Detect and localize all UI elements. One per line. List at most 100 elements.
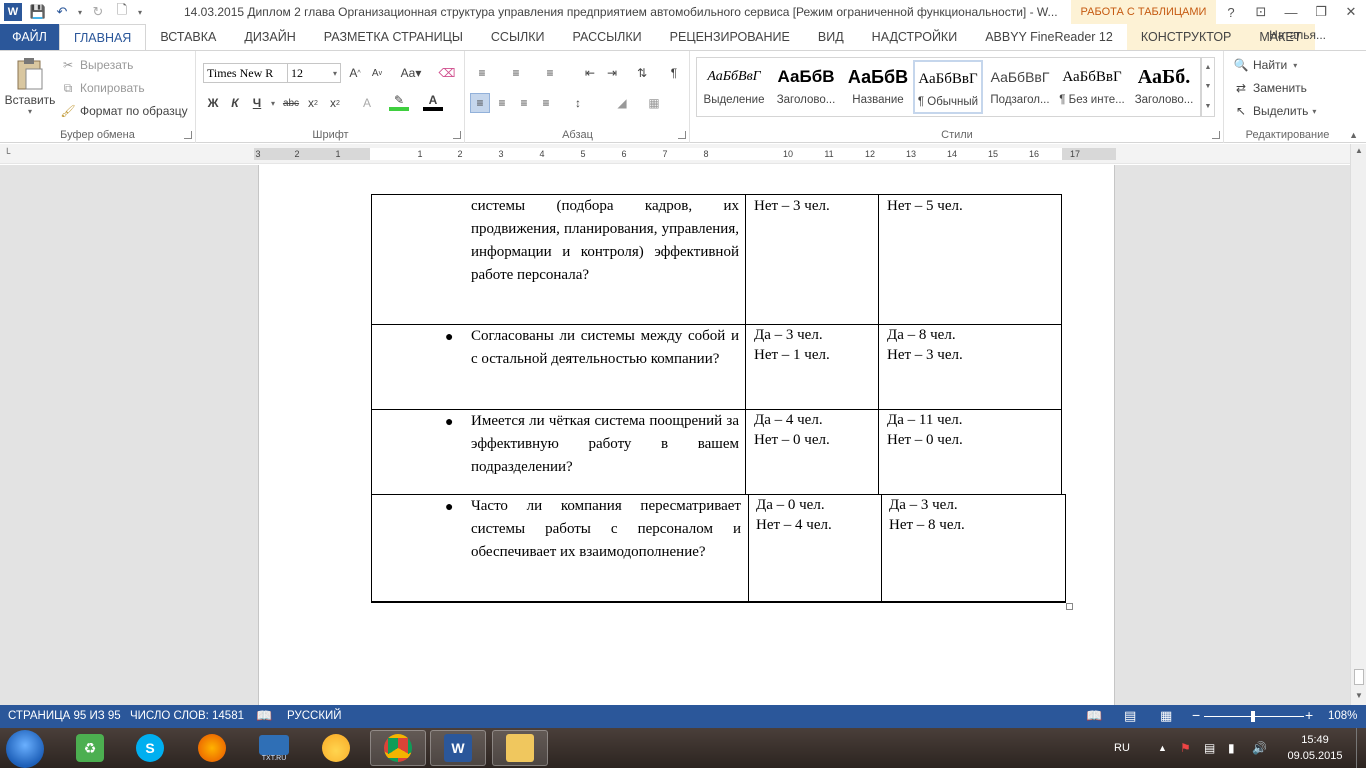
volume-icon[interactable]: 🔊: [1252, 728, 1267, 768]
signal-icon[interactable]: ▮: [1228, 728, 1235, 768]
style-normal[interactable]: АаБбВвГ ¶ Обычный: [913, 60, 983, 114]
zoom-out-icon[interactable]: −: [1192, 707, 1200, 723]
help-icon[interactable]: ?: [1216, 0, 1246, 24]
font-color-icon[interactable]: A: [423, 93, 443, 111]
tab-addins[interactable]: НАДСТРОЙКИ: [858, 24, 972, 50]
paragraph-launcher-icon[interactable]: [678, 131, 686, 139]
horizontal-ruler[interactable]: 3 2 1 1 2 3 4 5 6 7 8 10 11 12 13 14 15 …: [254, 148, 1116, 160]
language-bar[interactable]: RU: [1114, 728, 1130, 768]
select-dropdown-icon[interactable]: ▾: [1312, 107, 1316, 116]
word-app-icon[interactable]: W: [4, 3, 22, 21]
taskbar-app-chrome[interactable]: [370, 730, 426, 766]
tab-home[interactable]: ГЛАВНАЯ: [59, 24, 147, 50]
taskbar-app-firefox[interactable]: [184, 730, 240, 766]
undo-dropdown-icon[interactable]: ▾: [74, 0, 86, 24]
borders-icon[interactable]: ▦: [644, 93, 664, 113]
proofing-icon[interactable]: 📖: [256, 708, 272, 724]
clear-formatting-icon[interactable]: ⌫: [437, 63, 457, 83]
tab-references[interactable]: ССЫЛКИ: [477, 24, 559, 50]
bold-icon[interactable]: Ж: [203, 93, 223, 113]
read-mode-icon[interactable]: 📖: [1086, 708, 1102, 724]
table-cell-col3[interactable]: Да – 3 чел. Нет – 8 чел.: [881, 494, 1066, 603]
gallery-more-icon[interactable]: ▼: [1205, 103, 1212, 110]
print-layout-icon[interactable]: ▤: [1124, 708, 1136, 724]
scroll-down-icon[interactable]: ▼: [1353, 691, 1365, 703]
zoom-level[interactable]: 108%: [1328, 710, 1357, 722]
decrease-indent-icon[interactable]: ⇤: [580, 63, 600, 83]
taskbar-app-txt[interactable]: TXT.RU: [246, 730, 302, 766]
system-clock[interactable]: 15:49 09.05.2015: [1280, 732, 1350, 764]
tray-device-icon[interactable]: ▤: [1204, 728, 1215, 768]
table-cell-question[interactable]: ● Часто ли компания пересматривает систе…: [371, 494, 749, 603]
cut-button[interactable]: ✂ Вырезать: [60, 57, 133, 73]
strikethrough-icon[interactable]: abc: [281, 93, 301, 113]
tab-mailings[interactable]: РАССЫЛКИ: [559, 24, 656, 50]
style-emphasis[interactable]: АаБбВвГ Выделение: [699, 60, 769, 114]
gallery-down-icon[interactable]: ▼: [1205, 83, 1212, 90]
tray-flag-icon[interactable]: ⚑: [1180, 728, 1191, 768]
language-indicator[interactable]: РУССКИЙ: [287, 710, 342, 722]
align-right-icon[interactable]: ≡: [514, 93, 534, 113]
tab-review[interactable]: РЕЦЕНЗИРОВАНИЕ: [656, 24, 804, 50]
paste-dropdown-icon[interactable]: ▾: [28, 107, 32, 116]
zoom-in-icon[interactable]: +: [1305, 707, 1313, 723]
tray-expand-icon[interactable]: ▲: [1158, 728, 1167, 768]
ribbon-display-options-icon[interactable]: ⊡: [1246, 0, 1276, 24]
zoom-slider-thumb[interactable]: [1251, 711, 1255, 722]
tab-file[interactable]: ФАЙЛ: [0, 24, 59, 50]
bullets-icon[interactable]: ≡: [472, 63, 492, 83]
user-account[interactable]: Наталья...: [1269, 28, 1326, 42]
scroll-thumb[interactable]: [1354, 669, 1364, 685]
table-cell-question[interactable]: системы (подбора кадров, их продвижения,…: [371, 194, 746, 325]
show-formatting-marks-icon[interactable]: ¶: [664, 63, 684, 83]
italic-icon[interactable]: К: [225, 93, 245, 113]
close-button[interactable]: ✕: [1336, 0, 1366, 24]
save-icon[interactable]: 💾: [26, 0, 50, 24]
numbering-icon[interactable]: ≡: [506, 63, 526, 83]
table-cell-question[interactable]: ● Согласованы ли системы между собой и с…: [371, 324, 746, 410]
align-center-icon[interactable]: ≡: [492, 93, 512, 113]
highlight-icon[interactable]: ✎: [389, 93, 409, 111]
shrink-font-icon[interactable]: Av: [367, 63, 387, 83]
gallery-up-icon[interactable]: ▲: [1205, 64, 1212, 71]
tab-table-design[interactable]: КОНСТРУКТОР: [1126, 24, 1246, 50]
scroll-up-icon[interactable]: ▲: [1353, 146, 1365, 158]
font-size-dropdown-icon[interactable]: ▾: [333, 69, 337, 78]
style-title[interactable]: АаБбВ Название: [843, 60, 913, 114]
sort-icon[interactable]: ⇅: [632, 63, 652, 83]
table-cell-col3[interactable]: Нет – 5 чел.: [878, 194, 1062, 325]
table-cell-question[interactable]: ● Имеется ли чёткая система поощрений за…: [371, 409, 746, 495]
styles-launcher-icon[interactable]: [1212, 131, 1220, 139]
change-case-icon[interactable]: Aa▾: [397, 63, 425, 83]
table-cell-col2[interactable]: Да – 3 чел. Нет – 1 чел.: [745, 324, 879, 410]
underline-dropdown-icon[interactable]: ▾: [263, 93, 283, 113]
font-size-combo[interactable]: 12 ▾: [287, 63, 341, 83]
grow-font-icon[interactable]: A ^: [345, 63, 365, 83]
redo-icon[interactable]: ↻: [86, 0, 110, 24]
tab-insert[interactable]: ВСТАВКА: [146, 24, 230, 50]
font-launcher-icon[interactable]: [453, 131, 461, 139]
subscript-icon[interactable]: x2: [303, 93, 323, 113]
align-left-icon[interactable]: ≡: [470, 93, 490, 113]
font-name-combo[interactable]: Times New R: [203, 63, 289, 83]
taskbar-app-word[interactable]: W: [430, 730, 486, 766]
select-button[interactable]: ↖ Выделить ▾: [1233, 103, 1316, 119]
vertical-scrollbar[interactable]: ▲ ▼: [1350, 144, 1366, 705]
table-cell-col3[interactable]: Да – 11 чел. Нет – 0 чел.: [878, 409, 1062, 495]
format-painter-button[interactable]: 🖌 Формат по образцу: [60, 103, 187, 119]
tab-abbyy[interactable]: ABBYY FineReader 12: [971, 24, 1127, 50]
clipboard-launcher-icon[interactable]: [184, 131, 192, 139]
web-layout-icon[interactable]: ▦: [1160, 708, 1172, 724]
taskbar-app-cloud[interactable]: [308, 730, 364, 766]
styles-gallery-scroll[interactable]: ▲ ▼ ▼: [1201, 57, 1215, 117]
paste-button[interactable]: Вставить ▾: [5, 57, 55, 116]
undo-icon[interactable]: ↶: [50, 0, 74, 24]
taskbar-app-explorer[interactable]: [492, 730, 548, 766]
text-effects-icon[interactable]: A: [357, 93, 377, 113]
tab-design[interactable]: ДИЗАЙН: [230, 24, 309, 50]
increase-indent-icon[interactable]: ⇥: [602, 63, 622, 83]
taskbar-app-recycle[interactable]: ♻: [62, 730, 118, 766]
customize-qat-icon[interactable]: ▾: [134, 0, 146, 24]
show-desktop-button[interactable]: [1356, 728, 1366, 768]
taskbar-app-skype[interactable]: S: [122, 730, 178, 766]
